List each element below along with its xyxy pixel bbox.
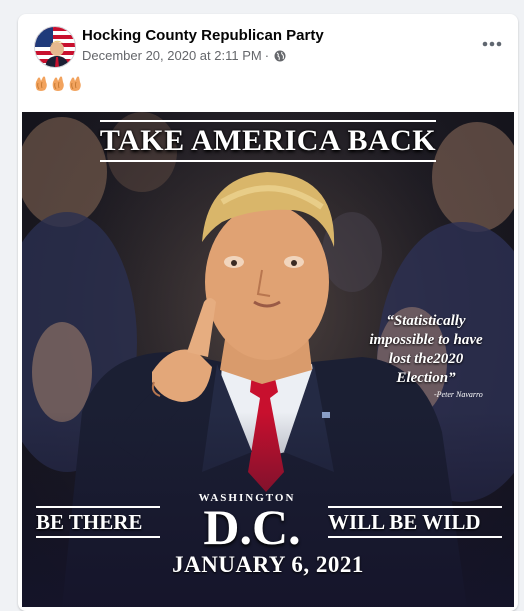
headline-top-rule xyxy=(100,120,436,122)
page-avatar[interactable] xyxy=(34,26,76,68)
poster-place-big: D.C. xyxy=(203,499,301,555)
poster-left-text: BE THERE xyxy=(36,510,143,534)
poster-date: JANUARY 6, 2021 xyxy=(172,552,364,577)
quote-author: -Peter Navarro xyxy=(434,390,483,399)
right-top-rule xyxy=(328,506,502,508)
right-bottom-rule xyxy=(328,536,502,538)
poster-quote: “Statistically impossible to have lost t… xyxy=(369,313,483,386)
meta-separator: · xyxy=(264,48,270,63)
clapping-hands-emoji xyxy=(52,76,64,91)
post-text xyxy=(34,76,83,96)
post-header: Hocking County Republican Party December… xyxy=(18,14,518,74)
post-timestamp[interactable]: December 20, 2020 at 2:11 PM xyxy=(82,48,262,63)
post-image[interactable]: TAKE AMERICA BACK “Statistically impossi… xyxy=(22,112,514,607)
more-options-icon xyxy=(482,41,502,47)
clapping-hands-emoji xyxy=(35,76,47,91)
post-card: Hocking County Republican Party December… xyxy=(18,14,518,611)
poster-headline: TAKE AMERICA BACK xyxy=(99,124,437,157)
headline-bottom-rule xyxy=(100,160,436,162)
clapping-hands-emoji xyxy=(69,76,81,91)
post-meta: December 20, 2020 at 2:11 PM · xyxy=(82,48,286,63)
more-options-button[interactable] xyxy=(478,34,506,54)
flag-portrait-avatar-image xyxy=(35,27,75,67)
left-top-rule xyxy=(36,506,160,508)
poster-right-text: WILL BE WILD xyxy=(328,510,481,534)
page-name[interactable]: Hocking County Republican Party xyxy=(82,27,324,44)
left-bottom-rule xyxy=(36,536,160,538)
globe-icon[interactable] xyxy=(274,50,286,62)
